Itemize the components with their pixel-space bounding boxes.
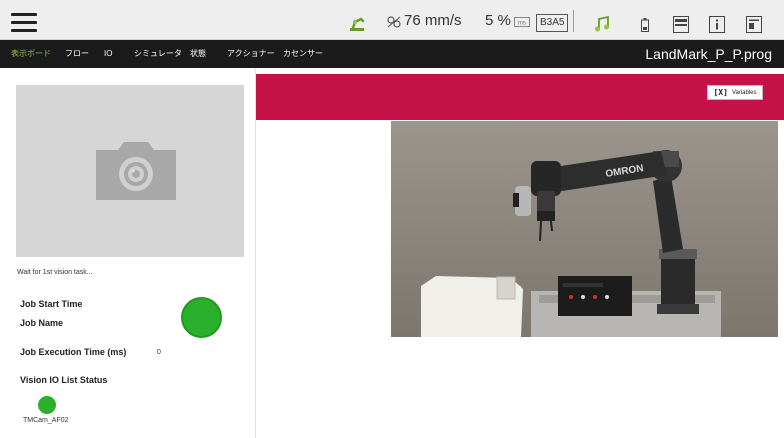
job-exec-time-value: 0	[157, 349, 161, 356]
job-start-time-label: Job Start Time	[20, 299, 83, 309]
nav-bar: 表示ボード フロー IO シミュレータ 状態 アクショナー カセンサー Land…	[0, 40, 784, 68]
nav-item-flow[interactable]: フロー	[65, 40, 89, 68]
camera-icon	[96, 142, 176, 200]
nav-item-sensor[interactable]: カセンサー	[283, 40, 323, 68]
music-note-icon[interactable]	[593, 15, 611, 33]
camera-name-label: TMCam_AF02	[23, 417, 69, 424]
camera-status-indicator	[38, 396, 56, 414]
vision-status-panel: Wait for 1st vision task... Job Start Ti…	[0, 68, 256, 438]
robot-id-badge: B3A5	[536, 14, 569, 32]
nav-item-status[interactable]: 状態	[190, 40, 206, 68]
robot-arm-icon	[350, 17, 365, 31]
nav-item-display-board[interactable]: 表示ボード	[11, 40, 51, 68]
nav-item-simulator[interactable]: シミュレータ	[134, 40, 182, 68]
variables-button[interactable]: [X] Variables	[707, 85, 763, 100]
wait-message: Wait for 1st vision task...	[17, 269, 93, 276]
nav-item-io[interactable]: IO	[104, 40, 112, 68]
camera-image: OMRON	[391, 121, 778, 337]
job-status-indicator	[181, 297, 222, 338]
variables-header-band	[256, 74, 784, 120]
battery-icon[interactable]	[641, 18, 649, 32]
nav-item-actuator[interactable]: アクショナー	[227, 40, 275, 68]
variables-label: Variables	[731, 89, 757, 96]
percent-value: 5 %	[485, 11, 511, 29]
document-icon[interactable]	[746, 16, 762, 33]
panel-divider	[255, 68, 256, 438]
status-divider	[573, 10, 574, 32]
camera-placeholder	[16, 85, 244, 257]
variables-icon: [X]	[713, 88, 728, 97]
job-exec-time-label: Job Execution Time (ms)	[20, 347, 127, 357]
speed-icon	[387, 16, 401, 28]
vision-io-status-label: Vision IO List Status	[20, 375, 108, 385]
percent-icon: ms	[514, 17, 530, 27]
job-name-label: Job Name	[20, 318, 64, 328]
camera-live-view: OMRON	[391, 121, 778, 337]
top-status-bar: 76 mm/s 5 % ms B3A5	[0, 0, 784, 40]
info-icon[interactable]	[709, 16, 725, 33]
speed-readout: 76 mm/s	[404, 0, 462, 40]
svg-text:ms: ms	[518, 21, 526, 27]
menu-icon[interactable]	[11, 13, 37, 33]
speed-value: 76 mm/s	[404, 11, 462, 29]
display-icon[interactable]	[673, 16, 689, 33]
program-name: LandMark_P_P.prog	[645, 46, 772, 62]
percent-readout: 5 %	[485, 0, 511, 40]
